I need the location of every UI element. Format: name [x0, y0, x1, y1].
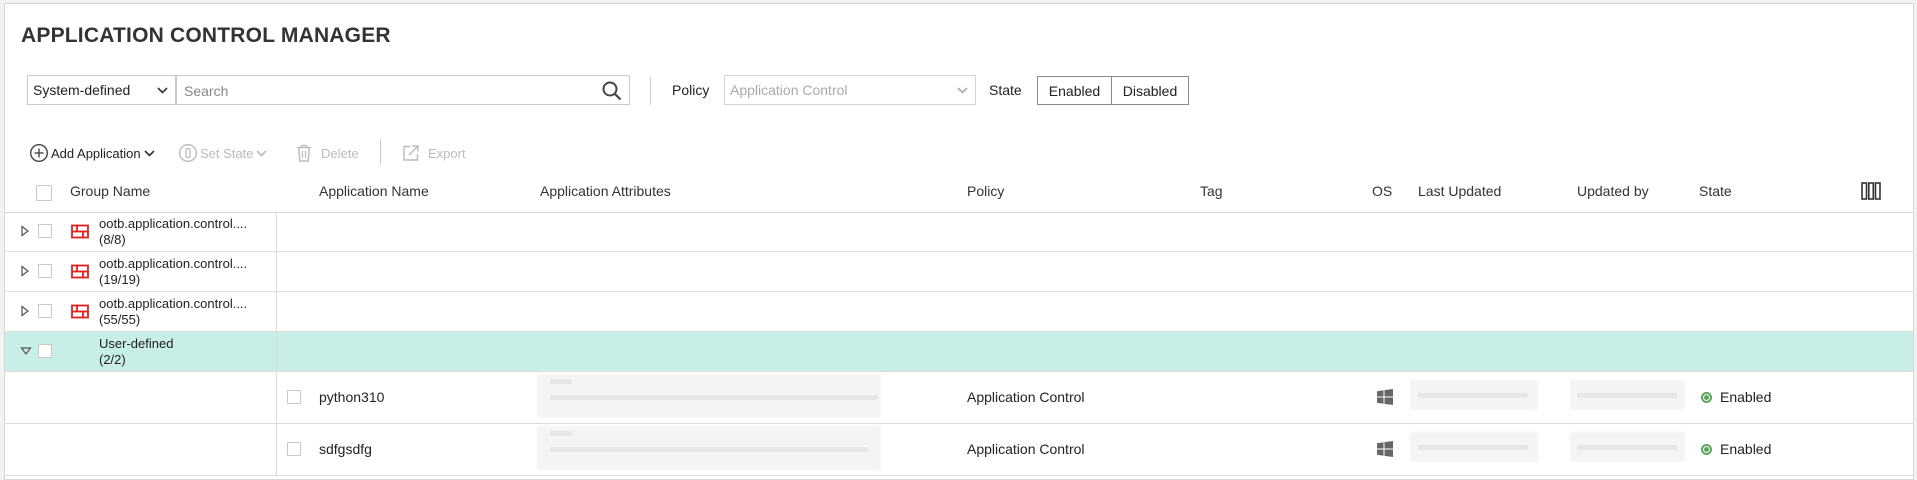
firewall-icon — [71, 264, 89, 279]
state-indicator: Enabled — [1701, 441, 1771, 457]
firewall-icon — [71, 224, 89, 239]
source-select-value: System-defined — [33, 82, 131, 98]
set-state-button[interactable]: Set State — [178, 141, 268, 165]
application-policy: Application Control — [967, 441, 1085, 457]
trash-icon — [297, 144, 311, 162]
row-checkbox[interactable] — [287, 390, 301, 404]
application-policy: Application Control — [967, 389, 1085, 405]
expand-right-icon[interactable] — [20, 225, 30, 237]
row-checkbox[interactable] — [38, 344, 52, 358]
state-enabled-toggle[interactable]: Enabled — [1037, 76, 1112, 105]
state-label: State — [989, 82, 1022, 98]
set-state-label: Set State — [200, 145, 254, 161]
firewall-icon — [71, 304, 89, 319]
page-title: APPLICATION CONTROL MANAGER — [21, 24, 391, 47]
power-icon — [178, 143, 198, 163]
group-column-divider — [276, 372, 277, 476]
group-name: ootb.application.control.... (19/19) — [99, 256, 248, 287]
app-control-panel: APPLICATION CONTROL MANAGER System-defin… — [4, 3, 1914, 480]
state-disabled-toggle[interactable]: Disabled — [1111, 76, 1189, 105]
policy-select-value: Application Control — [730, 82, 848, 98]
expand-right-icon[interactable] — [20, 265, 30, 277]
enabled-status-icon — [1701, 391, 1712, 403]
table-row[interactable]: python310 Application Control Enabled — [5, 372, 1913, 424]
group-row[interactable]: ootb.application.control.... (8/8) — [5, 212, 1913, 252]
group-row-selected[interactable]: User-defined (2/2) — [5, 332, 1913, 372]
filter-divider — [650, 77, 651, 105]
chevron-down-icon — [157, 87, 168, 94]
col-last-updated[interactable]: Last Updated — [1418, 183, 1501, 199]
row-checkbox[interactable] — [38, 224, 52, 238]
source-select[interactable]: System-defined — [27, 75, 176, 105]
export-label: Export — [428, 145, 466, 161]
chevron-down-icon — [957, 87, 968, 94]
windows-icon — [1377, 389, 1393, 405]
chevron-down-icon — [144, 149, 155, 157]
policy-label: Policy — [672, 82, 710, 98]
add-application-button[interactable]: Add Application — [29, 141, 156, 165]
export-icon — [403, 145, 419, 161]
row-checkbox[interactable] — [287, 442, 301, 456]
group-name: ootb.application.control.... (8/8) — [99, 216, 248, 247]
group-row[interactable]: ootb.application.control.... (19/19) — [5, 252, 1913, 292]
row-checkbox[interactable] — [38, 304, 52, 318]
delete-button[interactable]: Delete — [295, 141, 359, 165]
add-application-label: Add Application — [51, 145, 141, 161]
table-row[interactable]: sdfgsdfg Application Control Enabled — [5, 424, 1913, 476]
col-application-name[interactable]: Application Name — [319, 183, 429, 199]
add-circle-icon — [29, 143, 49, 163]
state-indicator: Enabled — [1701, 389, 1771, 405]
expand-down-icon[interactable] — [20, 346, 32, 356]
col-group-name[interactable]: Group Name — [70, 183, 150, 199]
policy-select[interactable]: Application Control — [724, 75, 976, 105]
export-button[interactable]: Export — [401, 141, 466, 165]
windows-icon — [1377, 441, 1393, 457]
col-policy[interactable]: Policy — [967, 183, 1004, 199]
search-input[interactable]: Search — [176, 75, 630, 105]
chevron-down-icon — [256, 149, 268, 157]
search-icon[interactable] — [601, 80, 623, 102]
group-row[interactable]: ootb.application.control.... (55/55) — [5, 292, 1913, 332]
application-name: sdfgsdfg — [319, 441, 372, 457]
col-state[interactable]: State — [1699, 183, 1732, 199]
enabled-status-icon — [1701, 443, 1712, 455]
row-checkbox[interactable] — [38, 264, 52, 278]
column-settings-icon[interactable] — [1861, 182, 1881, 200]
group-name: User-defined (2/2) — [99, 336, 174, 367]
delete-label: Delete — [321, 145, 359, 161]
group-name: ootb.application.control.... (55/55) — [99, 296, 248, 327]
search-placeholder: Search — [184, 83, 229, 99]
col-updated-by[interactable]: Updated by — [1577, 183, 1649, 199]
col-tag[interactable]: Tag — [1200, 183, 1223, 199]
select-all-checkbox[interactable] — [36, 185, 52, 201]
col-application-attributes[interactable]: Application Attributes — [540, 183, 671, 199]
toolbar-divider — [380, 139, 381, 164]
application-name: python310 — [319, 389, 385, 405]
expand-right-icon[interactable] — [20, 305, 30, 317]
col-os[interactable]: OS — [1372, 183, 1392, 199]
group-column-divider — [276, 212, 277, 372]
